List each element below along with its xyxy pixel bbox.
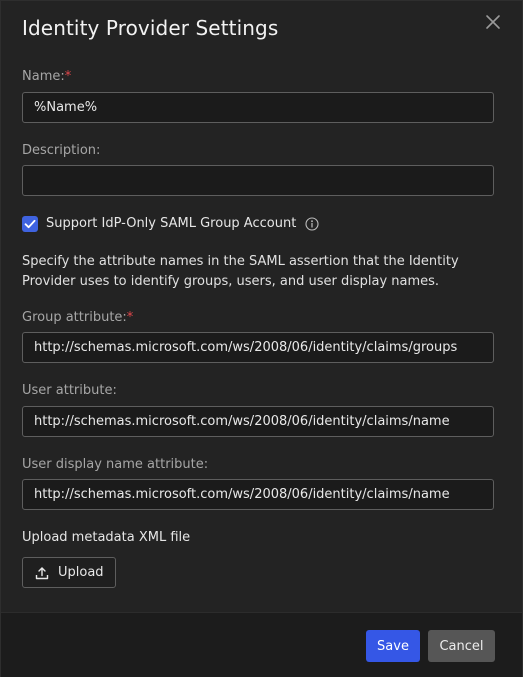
name-input[interactable] [22,92,494,123]
user-attribute-input[interactable] [22,406,494,437]
required-marker: * [126,310,134,325]
dialog-footer: Save Cancel [1,612,522,677]
user-display-name-attribute-input[interactable] [22,479,494,510]
attribute-instructions: Specify the attribute names in the SAML … [22,254,459,289]
description-input[interactable] [22,165,494,196]
user-display-name-attribute-label: User display name attribute: [22,457,209,472]
name-label: Name:* [22,69,71,84]
group-attribute-input[interactable] [22,332,494,363]
identity-provider-settings-dialog: Identity Provider Settings Name:* Descri… [0,0,523,677]
description-label: Description: [22,143,101,158]
cancel-button[interactable]: Cancel [428,630,495,662]
support-group-account-label: Support IdP-Only SAML Group Account [46,216,297,231]
save-button[interactable]: Save [366,630,420,662]
upload-button-label: Upload [58,565,104,580]
group-attribute-label-text: Group attribute: [22,310,127,325]
close-icon[interactable] [484,13,502,31]
upload-button[interactable]: Upload [22,557,116,588]
group-attribute-label: Group attribute:* [22,310,133,325]
name-label-text: Name: [22,69,65,84]
dialog-title: Identity Provider Settings [22,16,279,40]
user-attribute-label: User attribute: [22,383,117,398]
required-marker: * [64,69,72,84]
upload-icon [35,566,49,579]
upload-metadata-heading: Upload metadata XML file [22,530,191,545]
checkmark-icon [24,219,36,229]
info-icon[interactable] [305,217,319,231]
support-group-account-checkbox[interactable] [22,216,38,232]
